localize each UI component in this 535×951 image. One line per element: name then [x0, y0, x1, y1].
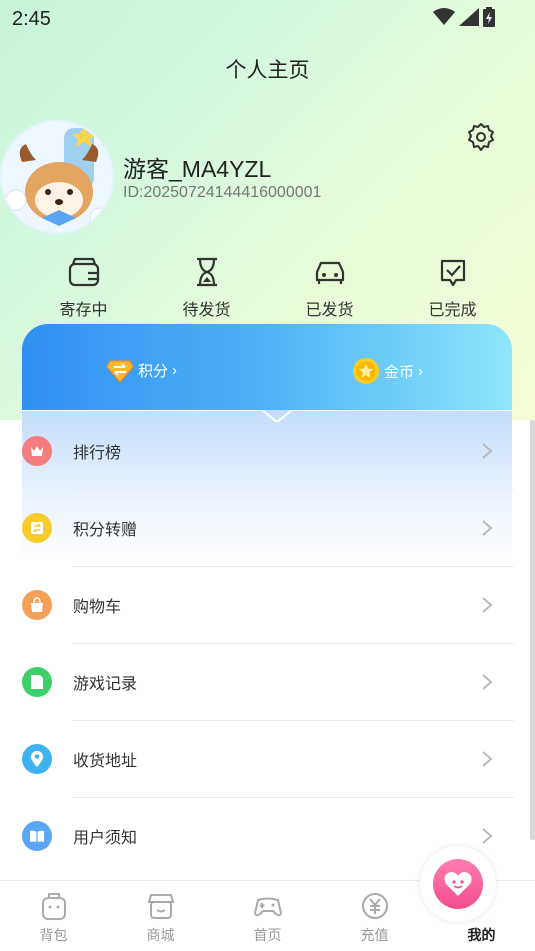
menu-item-game-record[interactable]: 游戏记录 [22, 654, 514, 710]
points-label: 积分 [138, 362, 169, 380]
menu-separator [72, 566, 514, 567]
coins-label: 金币 [384, 363, 415, 381]
heart-face-icon [444, 872, 472, 896]
hourglass-icon [196, 257, 217, 287]
menu-label-game-record: 游戏记录 [73, 676, 138, 693]
gamepad-icon [253, 897, 282, 917]
menu-item-points-transfer[interactable]: 积分转赠 [22, 500, 514, 556]
tab-label-recharge: 充值 [360, 927, 389, 943]
username: 游客_MA4YZL [123, 156, 272, 182]
status-bar: 2:45 [0, 0, 535, 36]
shopping-bag-icon [22, 590, 52, 620]
order-completed[interactable]: 已完成 [391, 256, 514, 320]
menu-item-leaderboard[interactable]: 排行榜 [22, 423, 514, 479]
chevron-right-icon [482, 520, 493, 536]
location-pin-icon [22, 744, 52, 774]
user-id: ID:20250724144416000001 [123, 184, 322, 201]
settings-button[interactable] [466, 122, 496, 152]
yuan-icon [361, 893, 388, 919]
scrollbar[interactable] [530, 420, 535, 840]
order-status-row: 寄存中 待发货 已发货 已完成 [22, 256, 514, 320]
book-icon [22, 821, 52, 851]
tab-home[interactable]: 首页 [214, 881, 321, 951]
chevron-right-icon: › [418, 362, 424, 380]
chevron-right-icon [482, 751, 493, 767]
coin-icon [353, 358, 379, 384]
chevron-right-icon [482, 674, 493, 690]
wallet-icon [68, 257, 99, 287]
menu-separator [72, 489, 514, 490]
tab-store[interactable]: 商城 [107, 881, 214, 951]
transfer-icon [22, 513, 52, 543]
coins-button[interactable]: 金币 › [352, 357, 423, 385]
points-card [22, 324, 512, 424]
signal-icon [459, 8, 479, 26]
avatar[interactable] [0, 120, 114, 234]
status-time: 2:45 [12, 8, 51, 30]
order-completed-label: 已完成 [428, 302, 477, 319]
battery-icon [483, 7, 495, 27]
page-title: 个人主页 [225, 59, 310, 82]
completed-icon [440, 259, 465, 287]
record-icon [22, 667, 52, 697]
menu-separator [72, 797, 514, 798]
menu-label-user-notice: 用户须知 [73, 830, 138, 847]
chevron-right-icon [482, 597, 493, 613]
menu-item-shopping-cart[interactable]: 购物车 [22, 577, 514, 633]
points-button[interactable]: 积分 › [106, 357, 177, 383]
menu-label-shipping-address: 收货地址 [73, 753, 138, 770]
menu-item-shipping-address[interactable]: 收货地址 [22, 731, 514, 787]
menu-separator [72, 643, 514, 644]
tab-label-backpack: 背包 [39, 927, 68, 943]
chevron-right-icon: › [172, 361, 178, 379]
diamond-icon [106, 360, 134, 383]
chevron-right-icon [482, 828, 493, 844]
tab-backpack[interactable]: 背包 [0, 881, 107, 951]
order-shipped-label: 已发货 [305, 302, 354, 319]
delivery-car-icon [315, 261, 344, 284]
card-divider [22, 410, 512, 422]
wifi-icon [433, 8, 455, 25]
tab-label-mine: 我的 [467, 927, 496, 943]
menu-separator [72, 720, 514, 721]
backpack-icon [41, 893, 66, 920]
tab-label-store: 商城 [146, 927, 175, 943]
tab-label-home: 首页 [253, 927, 282, 943]
order-storing-label: 寄存中 [59, 302, 108, 319]
gear-icon [468, 123, 494, 151]
menu-label-shopping-cart: 购物车 [73, 599, 122, 616]
crown-icon [22, 436, 52, 466]
order-storing[interactable]: 寄存中 [22, 256, 145, 320]
tab-mine-fab[interactable] [420, 846, 496, 922]
order-pending-shipment-label: 待发货 [182, 302, 231, 319]
store-icon [147, 894, 174, 919]
tab-recharge[interactable]: 充值 [321, 881, 428, 951]
status-icons [433, 7, 495, 27]
chevron-right-icon [482, 443, 493, 459]
order-shipped[interactable]: 已发货 [268, 256, 391, 320]
menu-label-leaderboard: 排行榜 [73, 445, 122, 462]
menu-label-points-transfer: 积分转赠 [73, 522, 138, 539]
order-pending-shipment[interactable]: 待发货 [145, 256, 268, 320]
